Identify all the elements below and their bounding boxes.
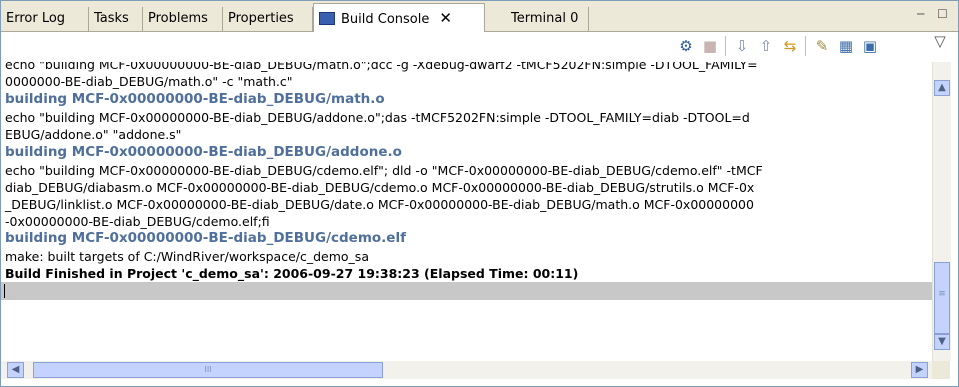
tab-tasks[interactable]: Tasks <box>89 7 143 31</box>
console-output[interactable]: echo "building MCF-0x00000000-BE-diab_DE… <box>1 62 932 361</box>
console-line: _DEBUG/linklist.o MCF-0x00000000-BE-diab… <box>5 197 754 212</box>
build-finished-line: Build Finished in Project 'c_demo_sa': 2… <box>5 266 579 281</box>
scroll-right-button[interactable]: ▶ <box>911 362 928 378</box>
console-link-line[interactable]: building MCF-0x00000000-BE-diab_DEBUG/ad… <box>5 144 402 161</box>
tab-problems[interactable]: Problems <box>143 7 223 31</box>
save-icon[interactable]: ▣ <box>861 37 879 55</box>
console-line: 0000000-BE-diab_DEBUG/math.o" -c "math.c… <box>5 74 293 89</box>
view-menu-icon[interactable]: ▽ <box>931 32 949 50</box>
text-caret <box>4 284 5 298</box>
scroll-grip-icon: III <box>204 365 212 374</box>
scroll-grip-icon: ≡ <box>938 289 946 299</box>
toolbar-separator <box>725 36 726 56</box>
tab-label: Build Console <box>341 12 430 27</box>
maximize-icon[interactable]: ☐ <box>937 7 948 21</box>
current-line-highlight <box>1 282 932 300</box>
tab-label: Error Log <box>6 11 66 26</box>
console-line: -0x00000000-BE-diab_DEBUG/cdemo.elf;fi <box>5 214 270 229</box>
console-line: make: built targets of C:/WindRiver/work… <box>5 249 369 264</box>
vertical-scroll-thumb[interactable]: ≡ <box>934 262 950 334</box>
console-link-line[interactable]: building MCF-0x00000000-BE-diab_DEBUG/ma… <box>5 91 385 108</box>
next-error-icon[interactable]: ⇩ <box>733 37 751 55</box>
tab-label: Tasks <box>94 11 129 26</box>
console-line: echo "building MCF-0x00000000-BE-diab_DE… <box>5 163 763 178</box>
build-console-view: Error Log Tasks Problems Properties Buil… <box>0 0 959 387</box>
horizontal-scrollbar[interactable]: ◀ III ▶ <box>1 361 932 379</box>
console-line: EBUG/addone.o" "addone.s" <box>5 127 182 142</box>
scrollbar-corner <box>932 361 950 379</box>
console-link-line[interactable]: building MCF-0x00000000-BE-diab_DEBUG/cd… <box>5 230 406 247</box>
tab-build-console[interactable]: Build Console ✕ <box>313 3 485 32</box>
horizontal-scroll-thumb[interactable]: III <box>33 362 383 378</box>
tab-label: Properties <box>228 11 294 26</box>
clear-console-icon[interactable]: ✎ <box>813 37 831 55</box>
previous-error-icon[interactable]: ⇧ <box>757 37 775 55</box>
console-line: echo "building MCF-0x00000000-BE-diab_DE… <box>5 62 758 72</box>
scroll-down-button[interactable]: ▼ <box>934 334 950 350</box>
tab-label: Problems <box>148 11 208 26</box>
tab-properties[interactable]: Properties <box>223 7 313 31</box>
close-icon[interactable]: ✕ <box>439 9 452 27</box>
minimize-icon[interactable]: ─ <box>917 7 924 21</box>
tab-terminal[interactable]: Terminal 0 <box>485 7 589 31</box>
tab-error-log[interactable]: Error Log <box>1 7 89 31</box>
console-icon <box>319 12 335 25</box>
tab-label: Terminal 0 <box>511 11 579 26</box>
console-toolbar: ⚙ ■ ⇩ ⇧ ⇆ ✎ ▦ ▣ ▽ <box>1 32 958 62</box>
scroll-lock-icon[interactable]: ▦ <box>837 37 855 55</box>
vertical-scrollbar[interactable]: ▲ ≡ ▼ <box>932 62 951 361</box>
console-line: diab_DEBUG/diabasm.o MCF-0x00000000-BE-d… <box>5 180 755 195</box>
view-tab-bar: Error Log Tasks Problems Properties Buil… <box>1 1 958 32</box>
console-connect-icon[interactable]: ⚙ <box>677 37 695 55</box>
console-line: echo "building MCF-0x00000000-BE-diab_DE… <box>5 110 750 125</box>
scroll-left-button[interactable]: ◀ <box>7 362 24 378</box>
stop-icon[interactable]: ■ <box>701 37 719 55</box>
toolbar-separator <box>805 36 806 56</box>
link-icon[interactable]: ⇆ <box>781 37 799 55</box>
scroll-up-button[interactable]: ▲ <box>934 80 950 96</box>
